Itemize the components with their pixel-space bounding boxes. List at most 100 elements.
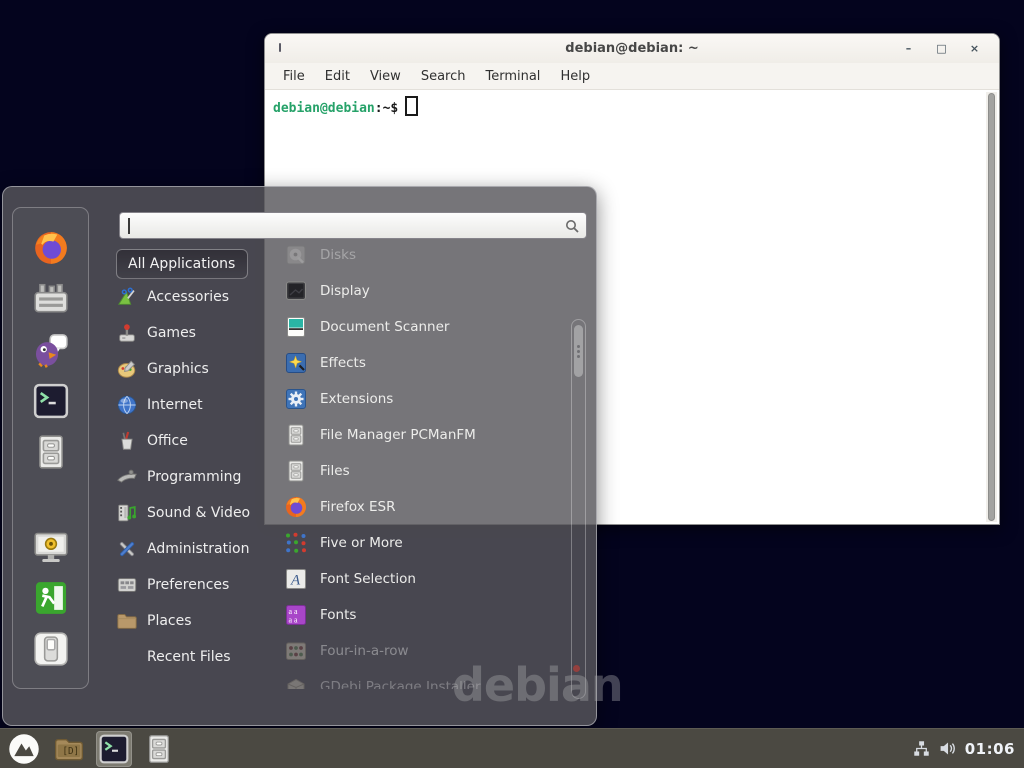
accessories-icon [116, 286, 138, 308]
prompt-user: debian@debian [273, 101, 375, 116]
category-item-internet[interactable]: Internet [116, 387, 281, 423]
terminal-scrollbar[interactable] [986, 92, 997, 522]
category-item-accessories[interactable]: Accessories [116, 279, 281, 315]
category-item-games[interactable]: Games [116, 315, 281, 351]
prompt-path: :~$ [375, 101, 398, 116]
category-item-recent-files[interactable]: Recent Files [116, 639, 281, 675]
category-item-sound-video[interactable]: Sound & Video [116, 495, 281, 531]
favorite-logout-button[interactable] [32, 579, 70, 617]
favorite-files-button[interactable] [32, 433, 70, 471]
app-item-disks: Disks [284, 237, 566, 273]
search-box[interactable] [119, 212, 587, 239]
app-label: Five or More [320, 535, 403, 551]
all-applications-button[interactable]: All Applications [116, 249, 248, 279]
gdebi-icon [284, 675, 308, 689]
category-label: Sound & Video [147, 505, 250, 521]
app-list: Disks Display Document Scanner Effects Exten… [284, 237, 566, 689]
svg-text:A: A [290, 573, 301, 589]
volume-icon[interactable] [939, 740, 956, 757]
file-cabinet-icon [284, 459, 308, 483]
category-item-preferences[interactable]: Preferences [116, 567, 281, 603]
app-label: Effects [320, 355, 366, 371]
taskbar-file-manager-button[interactable]: [D] [51, 731, 87, 767]
terminal-scrollbar-thumb[interactable] [988, 93, 995, 521]
font-selection-icon: A [284, 567, 308, 591]
sound-video-icon [116, 502, 138, 524]
category-label: Programming [147, 469, 241, 485]
firefox-icon [284, 495, 308, 519]
app-item-extensions[interactable]: Extensions [284, 381, 566, 417]
close-button[interactable]: × [958, 34, 991, 63]
app-item-files[interactable]: Files [284, 453, 566, 489]
maximize-button[interactable]: □ [925, 34, 958, 63]
taskbar-tray: 01:06 [913, 740, 1018, 758]
fonts-icon: a aa a [284, 603, 308, 627]
category-label: Recent Files [147, 649, 231, 665]
menu-launcher-icon [8, 733, 40, 765]
administration-icon [116, 538, 138, 560]
category-label: Office [147, 433, 188, 449]
favorite-lock-screen-button[interactable] [32, 528, 70, 566]
app-item-five-or-more[interactable]: Five or More [284, 525, 566, 561]
app-label: Four-in-a-row [320, 643, 409, 659]
favorite-pidgin-button[interactable] [32, 331, 70, 369]
menubar-item-file[interactable]: File [273, 69, 315, 84]
app-label: Font Selection [320, 571, 416, 587]
app-item-font-selection[interactable]: A Font Selection [284, 561, 566, 597]
debian-watermark-text: debian [452, 658, 623, 712]
category-item-office[interactable]: Office [116, 423, 281, 459]
app-list-scrollbar[interactable] [571, 319, 586, 699]
app-item-firefox-esr[interactable]: Firefox ESR [284, 489, 566, 525]
app-label: File Manager PCManFM [320, 427, 476, 443]
category-item-programming[interactable]: Programming [116, 459, 281, 495]
app-item-fonts[interactable]: a aa aFonts [284, 597, 566, 633]
disks-icon [284, 243, 308, 267]
category-item-administration[interactable]: Administration [116, 531, 281, 567]
app-item-file-manager-pcmanfm[interactable]: File Manager PCManFM [284, 417, 566, 453]
programming-icon [116, 466, 138, 488]
category-item-places[interactable]: Places [116, 603, 281, 639]
menubar-item-view[interactable]: View [360, 69, 411, 84]
app-list-scrollbar-thumb[interactable] [574, 325, 583, 377]
extensions-icon [284, 387, 308, 411]
favorite-terminal-button[interactable] [32, 382, 70, 420]
taskbar-files-button[interactable] [141, 731, 177, 767]
category-list: Accessories Games GraphicsInternet Office Pr… [116, 279, 281, 675]
taskbar-terminal-button[interactable] [96, 731, 132, 767]
svg-text:[D]: [D] [62, 746, 79, 757]
favorite-firefox-button[interactable] [32, 229, 70, 267]
menubar-item-search[interactable]: Search [411, 69, 476, 84]
category-item-graphics[interactable]: Graphics [116, 351, 281, 387]
taskbar-clock[interactable]: 01:06 [965, 740, 1015, 758]
five-or-more-icon [284, 531, 308, 555]
terminal-titlebar[interactable]: debian@debian: ~ –□× [265, 34, 999, 63]
preferences-icon [116, 574, 138, 596]
app-label: Extensions [320, 391, 393, 407]
search-icon [564, 218, 580, 234]
favorite-shutdown-button[interactable] [32, 630, 70, 668]
none [116, 646, 138, 668]
menubar-item-edit[interactable]: Edit [315, 69, 360, 84]
app-item-display[interactable]: Display [284, 273, 566, 309]
app-label: Files [320, 463, 350, 479]
menubar-item-terminal[interactable]: Terminal [475, 69, 550, 84]
category-label: Places [147, 613, 192, 629]
terminal-title: debian@debian: ~ [265, 34, 999, 63]
favorite-control-center-button[interactable] [32, 280, 70, 318]
terminal-cursor [405, 96, 418, 116]
app-label: Display [320, 283, 370, 299]
places-icon [116, 610, 138, 632]
app-item-document-scanner[interactable]: Document Scanner [284, 309, 566, 345]
network-icon[interactable] [913, 740, 930, 757]
taskbar-menu-launcher-button[interactable] [6, 731, 42, 767]
search-caret [128, 218, 130, 234]
minimize-button[interactable]: – [892, 34, 925, 63]
four-in-a-row-icon [284, 639, 308, 663]
app-item-effects[interactable]: Effects [284, 345, 566, 381]
category-label: Games [147, 325, 196, 341]
all-applications-label: All Applications [128, 256, 235, 272]
taskbar-launchers: [D] [6, 731, 177, 767]
menubar-item-help[interactable]: Help [550, 69, 600, 84]
internet-icon [116, 394, 138, 416]
favorites-column [12, 207, 89, 689]
